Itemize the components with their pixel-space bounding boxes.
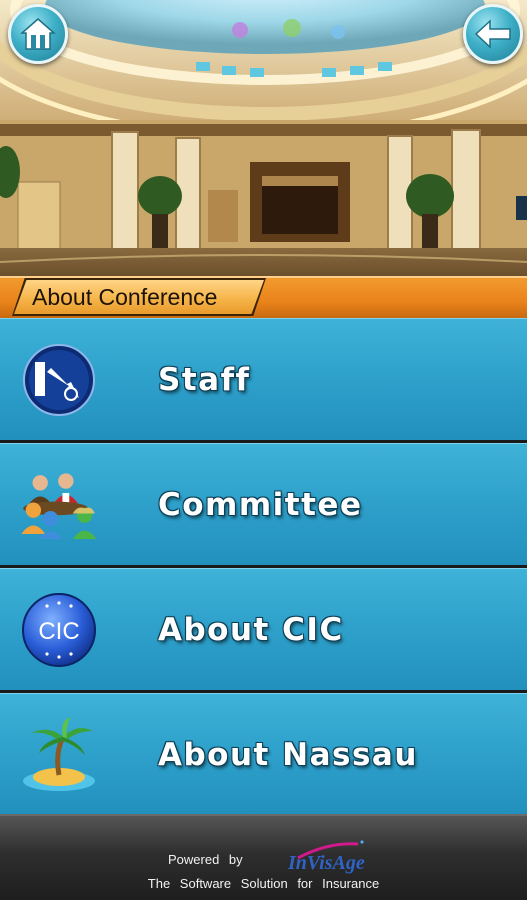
brand-name: InVisAge: [288, 852, 365, 874]
back-arrow-icon: [474, 19, 511, 49]
powered-by-row: Powered by InVisAge: [0, 840, 527, 876]
hotel-lobby-image: [0, 0, 527, 318]
home-icon: [20, 18, 56, 50]
back-button[interactable]: [463, 4, 523, 64]
menu-item-committee-label: Committee: [158, 487, 363, 523]
menu-item-about-cic[interactable]: CIC About CIC: [0, 568, 527, 690]
committee-people-icon: [18, 466, 100, 544]
cic-logo-icon: CIC: [18, 591, 100, 669]
section-title-tag: About Conference: [14, 280, 264, 314]
tagline: The Software Solution for Insurance: [147, 876, 380, 891]
staff-icon: [18, 341, 100, 419]
footer: Powered by InVisAge The Software Solutio…: [0, 814, 527, 900]
palm-island-icon: [18, 716, 100, 794]
menu-item-about-cic-label: About CIC: [158, 612, 344, 648]
menu-item-about-nassau[interactable]: About Nassau: [0, 693, 527, 814]
section-title: About Conference: [32, 283, 218, 310]
home-button[interactable]: [8, 4, 68, 64]
menu-item-staff-label: Staff: [158, 362, 251, 398]
menu-item-about-nassau-label: About Nassau: [158, 737, 418, 773]
menu-item-committee[interactable]: Committee: [0, 443, 527, 565]
header-hero: About Conference: [0, 0, 527, 318]
menu-list: Staff Committee CIC About CIC About Nass…: [0, 318, 527, 814]
invisage-logo: InVisAge: [288, 840, 368, 874]
menu-item-staff[interactable]: Staff: [0, 318, 527, 440]
svg-text:CIC: CIC: [38, 618, 79, 645]
powered-by-text: Powered by: [168, 852, 243, 867]
